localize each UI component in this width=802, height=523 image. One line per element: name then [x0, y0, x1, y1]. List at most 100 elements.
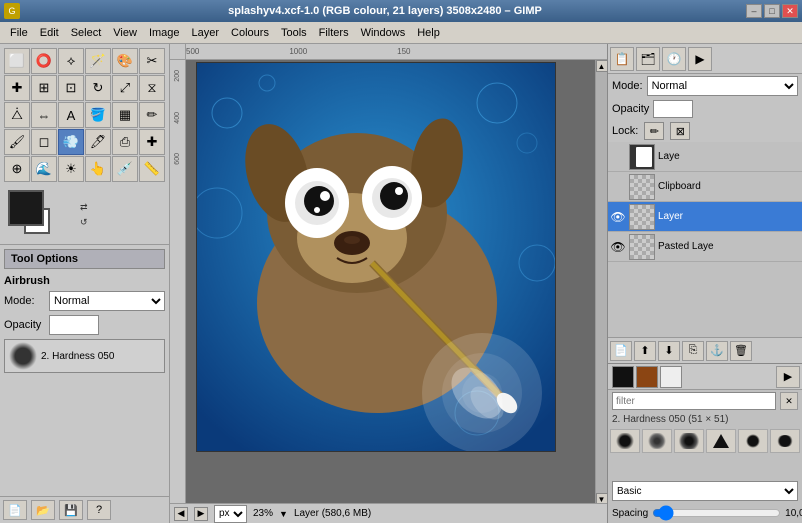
menu-item-help[interactable]: Help — [411, 25, 446, 41]
tool-color-select[interactable]: 🎨 — [112, 48, 138, 74]
lock-pixels-button[interactable]: ✏ — [644, 122, 664, 140]
status-zoom-select-btn[interactable]: ▼ — [279, 509, 288, 519]
vertical-scrollbar[interactable]: ▲ ▼ — [595, 60, 607, 505]
status-nav-left[interactable]: ◀ — [174, 507, 188, 521]
brush-mid-color[interactable] — [636, 366, 658, 388]
layer-anchor-button[interactable]: ⚓ — [706, 341, 728, 361]
brush-type-select[interactable]: Basic — [612, 481, 798, 501]
tool-pencil[interactable]: ✏ — [139, 102, 165, 128]
tool-perspective[interactable]: ⧊ — [4, 102, 30, 128]
menu-item-image[interactable]: Image — [143, 25, 186, 41]
opacity-input[interactable]: 100,0 — [49, 315, 99, 335]
layer-item[interactable]: Clipboard — [608, 172, 802, 202]
menu-item-select[interactable]: Select — [65, 25, 108, 41]
menu-item-colours[interactable]: Colours — [225, 25, 275, 41]
tool-crop[interactable]: ⊡ — [58, 75, 84, 101]
tool-rect-select[interactable]: ⬜ — [4, 48, 30, 74]
brush-bg-color[interactable] — [660, 366, 682, 388]
layer-new-button[interactable]: 📄 — [610, 341, 632, 361]
tool-paintbrush[interactable]: 🖌 — [4, 129, 30, 155]
menu-item-layer[interactable]: Layer — [186, 25, 226, 41]
foreground-color[interactable] — [8, 190, 44, 226]
reset-colors-icon[interactable]: ↺ — [80, 217, 88, 228]
brush-cell[interactable] — [610, 429, 640, 453]
close-button[interactable]: ✕ — [782, 4, 798, 18]
tool-options-header[interactable]: Tool Options — [4, 249, 165, 269]
tool-flip[interactable]: ⇔ — [31, 102, 57, 128]
brush-preview[interactable]: 2. Hardness 050 — [4, 339, 165, 373]
tool-color-picker[interactable]: 💉 — [112, 156, 138, 182]
tool-rotate[interactable]: ↻ — [85, 75, 111, 101]
tool-free-select[interactable]: ⟡ — [58, 48, 84, 74]
lock-position-button[interactable]: ⊠ — [670, 122, 690, 140]
maximize-button[interactable]: □ — [764, 4, 780, 18]
layer-visibility-toggle[interactable] — [610, 149, 626, 165]
status-nav-right[interactable]: ▶ — [194, 507, 208, 521]
menu-item-windows[interactable]: Windows — [355, 25, 412, 41]
tool-ellipse-select[interactable]: ⭕ — [31, 48, 57, 74]
spacing-slider[interactable] — [652, 505, 781, 521]
brush-panel-right-arrow[interactable]: ▶ — [776, 366, 800, 388]
brush-cell[interactable] — [706, 429, 736, 453]
tool-shear[interactable]: ⧖ — [139, 75, 165, 101]
tool-clone[interactable]: ⎙ — [112, 129, 138, 155]
open-image-button[interactable]: 📂 — [31, 500, 55, 520]
tool-ink[interactable]: 🖊 — [85, 129, 111, 155]
layers-undo-history-button[interactable]: 🕐 — [662, 47, 686, 71]
minimize-button[interactable]: – — [746, 4, 762, 18]
layers-new-path-button[interactable]: 🗂 — [636, 47, 660, 71]
new-image-button[interactable]: 📄 — [3, 500, 27, 520]
brush-fg-color[interactable] — [612, 366, 634, 388]
tool-bucket[interactable]: 🪣 — [85, 102, 111, 128]
tool-scissors[interactable]: ✂ — [139, 48, 165, 74]
canvas-container[interactable] — [186, 60, 595, 505]
tool-measure[interactable]: 📏 — [139, 156, 165, 182]
tool-dodge[interactable]: ☀ — [58, 156, 84, 182]
brush-cell[interactable] — [642, 429, 672, 453]
tool-smudge[interactable]: 👆 — [85, 156, 111, 182]
swap-colors-icon[interactable]: ⇄ — [80, 202, 88, 213]
brush-filter-clear-button[interactable]: ✕ — [780, 392, 798, 410]
tool-move[interactable]: ✚ — [4, 75, 30, 101]
tool-scale[interactable]: ⤢ — [112, 75, 138, 101]
tool-heal[interactable]: ✚ — [139, 129, 165, 155]
menu-item-file[interactable]: File — [4, 25, 34, 41]
brush-filter-input[interactable] — [612, 392, 776, 410]
save-image-button[interactable]: 💾 — [59, 500, 83, 520]
mode-select[interactable]: Normal — [49, 291, 165, 311]
tool-options-panel: Tool Options Airbrush Mode: Normal Opaci… — [0, 244, 169, 496]
vscroll-track[interactable] — [596, 72, 607, 493]
layer-raise-button[interactable]: ⬆ — [634, 341, 656, 361]
tool-fuzzy-select[interactable]: 🪄 — [85, 48, 111, 74]
help-button[interactable]: ? — [87, 500, 111, 520]
tool-perspective-clone[interactable]: ⊕ — [4, 156, 30, 182]
tool-align[interactable]: ⊞ — [31, 75, 57, 101]
menu-item-filters[interactable]: Filters — [313, 25, 355, 41]
tool-text[interactable]: A — [58, 102, 84, 128]
layer-item[interactable]: 👁 Pasted Laye — [608, 232, 802, 262]
layers-mode-select[interactable]: Normal — [647, 76, 798, 96]
layer-item-active[interactable]: 👁 Layer — [608, 202, 802, 232]
tool-blur[interactable]: 🌊 — [31, 156, 57, 182]
brush-cell[interactable] — [738, 429, 768, 453]
menu-item-edit[interactable]: Edit — [34, 25, 65, 41]
menu-item-tools[interactable]: Tools — [275, 25, 313, 41]
layer-lower-button[interactable]: ⬇ — [658, 341, 680, 361]
tool-gradient[interactable]: ▦ — [112, 102, 138, 128]
brush-cell[interactable] — [770, 429, 800, 453]
layer-item[interactable]: Laye — [608, 142, 802, 172]
layer-duplicate-button[interactable]: ⎘ — [682, 341, 704, 361]
brush-cell[interactable] — [674, 429, 704, 453]
layers-opacity-input[interactable]: 100,0 — [653, 100, 693, 118]
layers-new-channel-button[interactable]: 📋 — [610, 47, 634, 71]
layer-visibility-toggle[interactable]: 👁 — [610, 209, 626, 225]
unit-select[interactable]: px — [214, 505, 247, 523]
layer-visibility-toggle[interactable] — [610, 179, 626, 195]
vscroll-up-button[interactable]: ▲ — [596, 60, 608, 72]
layer-visibility-toggle[interactable]: 👁 — [610, 239, 626, 255]
layers-right-arrow-button[interactable]: ▶ — [688, 47, 712, 71]
menu-item-view[interactable]: View — [107, 25, 143, 41]
layer-delete-button[interactable]: 🗑 — [730, 341, 752, 361]
tool-airbrush[interactable]: 💨 — [58, 129, 84, 155]
tool-eraser[interactable]: ◻ — [31, 129, 57, 155]
